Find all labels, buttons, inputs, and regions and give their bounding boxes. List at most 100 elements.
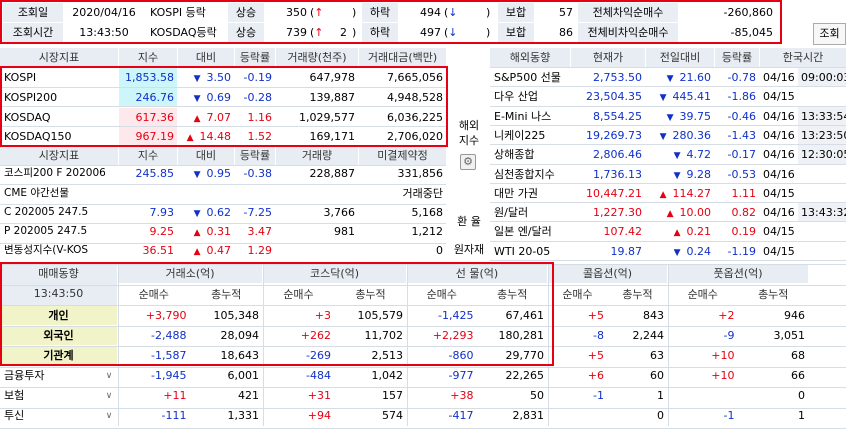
trading-cell: -417 — [448, 409, 474, 422]
trading-row-name[interactable]: 개인 — [0, 306, 117, 325]
futures-row-name[interactable]: 변동성지수(V-KOS — [0, 241, 118, 260]
overseas-row-name[interactable]: 다우 산업 — [490, 87, 570, 106]
grid-line — [490, 240, 846, 242]
grid-line — [0, 242, 446, 244]
overseas-row-time — [798, 242, 846, 261]
overseas-row-name[interactable]: 대만 가권 — [490, 184, 570, 203]
futures-row-index — [119, 184, 177, 203]
trading-cell: 29,770 — [505, 349, 545, 362]
trading-row-name[interactable]: 금융투자 — [0, 366, 100, 385]
market-row-name[interactable]: KOSDAQ — [0, 108, 118, 127]
grid-line — [0, 125, 446, 127]
overseas-row-change: ▼ 9.28 — [646, 165, 714, 184]
futures-row-rate — [235, 184, 275, 203]
trading-sub-header: 총누적 — [335, 285, 406, 304]
market-row-amount: 2,706,020 — [387, 130, 443, 143]
overseas-row-date: 04/15 — [763, 244, 795, 258]
overseas-row-name[interactable]: WTI 20-05 — [490, 242, 570, 261]
futures-row-name[interactable]: 코스피200 F 202006 — [0, 164, 118, 183]
overseas-row-name[interactable]: S&P500 선물 — [490, 68, 570, 87]
grid-line — [118, 264, 119, 426]
grid-line — [668, 264, 669, 426]
overseas-row-change: ▼ 4.72 — [646, 145, 714, 164]
market-row-name[interactable]: KOSDAQ150 — [0, 127, 118, 146]
futures-header-1: 지수 — [119, 146, 177, 165]
change-value: 0.62 — [206, 206, 232, 219]
trading-cell: -1,425 — [438, 309, 474, 322]
trading-cell: +6 — [587, 369, 604, 382]
grid-line — [0, 164, 446, 166]
trading-row-name[interactable]: 외국인 — [0, 326, 117, 345]
futures-row-oi: 1,212 — [411, 225, 444, 238]
grid-line — [263, 264, 264, 426]
overseas-row-name[interactable]: 심천종합지수 — [490, 165, 570, 184]
overseas-header-0: 해외동향 — [490, 48, 570, 67]
down-arrow-icon: ↓ — [448, 6, 458, 19]
change-value: 0.95 — [206, 167, 232, 180]
change-value: 114.27 — [672, 186, 712, 200]
overseas-row-name[interactable]: E-Mini 나스 — [490, 107, 570, 126]
query-button[interactable]: 조회 — [813, 23, 846, 45]
futures-row-name[interactable]: C 202005 247.5 — [0, 203, 118, 222]
triangle-down-icon: ▼ — [193, 74, 201, 84]
futures-row-rate: 1.29 — [247, 244, 273, 257]
date-label: 조회일 — [3, 3, 63, 22]
grid-line — [0, 346, 846, 347]
trading-cell: 574 — [382, 409, 403, 422]
date-value[interactable]: 2020/04/16 — [64, 3, 144, 22]
overseas-row-name[interactable]: 일본 엔/달러 — [490, 222, 570, 241]
grid-line — [0, 203, 446, 205]
futures-row-name[interactable]: CME 야간선물 — [0, 184, 118, 203]
overseas-row-time — [798, 165, 846, 184]
trading-cell — [548, 406, 607, 425]
grid-line — [0, 284, 846, 286]
overseas-row-change: ▼ 280.36 — [646, 126, 714, 145]
trading-sub-header: 총누적 — [738, 285, 808, 304]
market-row-name[interactable]: KOSPI200 — [0, 88, 118, 107]
grid-line — [548, 264, 549, 426]
triangle-up-icon: ▲ — [193, 114, 201, 124]
settings-gear-icon[interactable]: ⚙ — [460, 154, 476, 170]
dropdown-chevron-icon[interactable]: ∨ — [102, 409, 116, 423]
futures-row-index: 7.93 — [149, 206, 175, 219]
trading-cell: 6,001 — [227, 369, 260, 382]
grid-line — [0, 67, 446, 68]
trading-cell: 0 — [657, 409, 664, 422]
futures-row-rate: -7.25 — [243, 206, 272, 219]
overseas-row-time: 13:23:50 — [798, 125, 846, 145]
change-value: 7.07 — [206, 111, 232, 124]
triangle-up-icon: ▲ — [193, 247, 201, 257]
triangle-down-icon: ▼ — [659, 131, 667, 142]
overseas-row-rate: -0.17 — [727, 148, 756, 162]
kospi-arb-value: -260,860 — [723, 6, 773, 19]
market-row-change: ▲ 7.07 — [178, 108, 234, 127]
overseas-row-time: 13:43:32 — [798, 203, 846, 223]
overseas-row-name[interactable]: 니케이225 — [490, 126, 570, 145]
market-row-name[interactable]: KOSPI — [0, 68, 118, 87]
trading-cell: 66 — [791, 369, 805, 382]
overseas-row-change: ▼ 0.24 — [646, 242, 714, 261]
trading-cell: +11 — [163, 389, 187, 402]
trading-cell: 68 — [791, 349, 805, 362]
market-row-volume: 169,171 — [309, 130, 356, 143]
triangle-down-icon: ▼ — [673, 151, 681, 162]
overseas-row-date: 04/16 — [763, 109, 795, 123]
dropdown-chevron-icon[interactable]: ∨ — [102, 389, 116, 403]
grid-line — [407, 264, 408, 426]
overseas-row-name[interactable]: 상해종합 — [490, 145, 570, 164]
market-row-amount: 4,948,528 — [387, 91, 443, 104]
trading-cell: 0 — [798, 389, 805, 402]
kospi-up-value: 350 — [286, 6, 307, 19]
grid-line — [490, 67, 846, 68]
overseas-header-3: 등락률 — [715, 48, 759, 67]
futures-row-name[interactable]: P 202005 247.5 — [0, 222, 118, 241]
overseas-row-time — [798, 87, 846, 106]
trading-cell: 843 — [643, 309, 664, 322]
trading-row-name[interactable]: 기관계 — [0, 346, 117, 365]
trading-row-name[interactable]: 투신 — [0, 406, 100, 425]
trading-row-name[interactable]: 보험 — [0, 386, 100, 405]
trading-cell: 421 — [238, 389, 259, 402]
overseas-row-name[interactable]: 원/달러 — [490, 203, 570, 222]
triangle-down-icon: ▼ — [193, 170, 201, 180]
dropdown-chevron-icon[interactable]: ∨ — [102, 369, 116, 383]
